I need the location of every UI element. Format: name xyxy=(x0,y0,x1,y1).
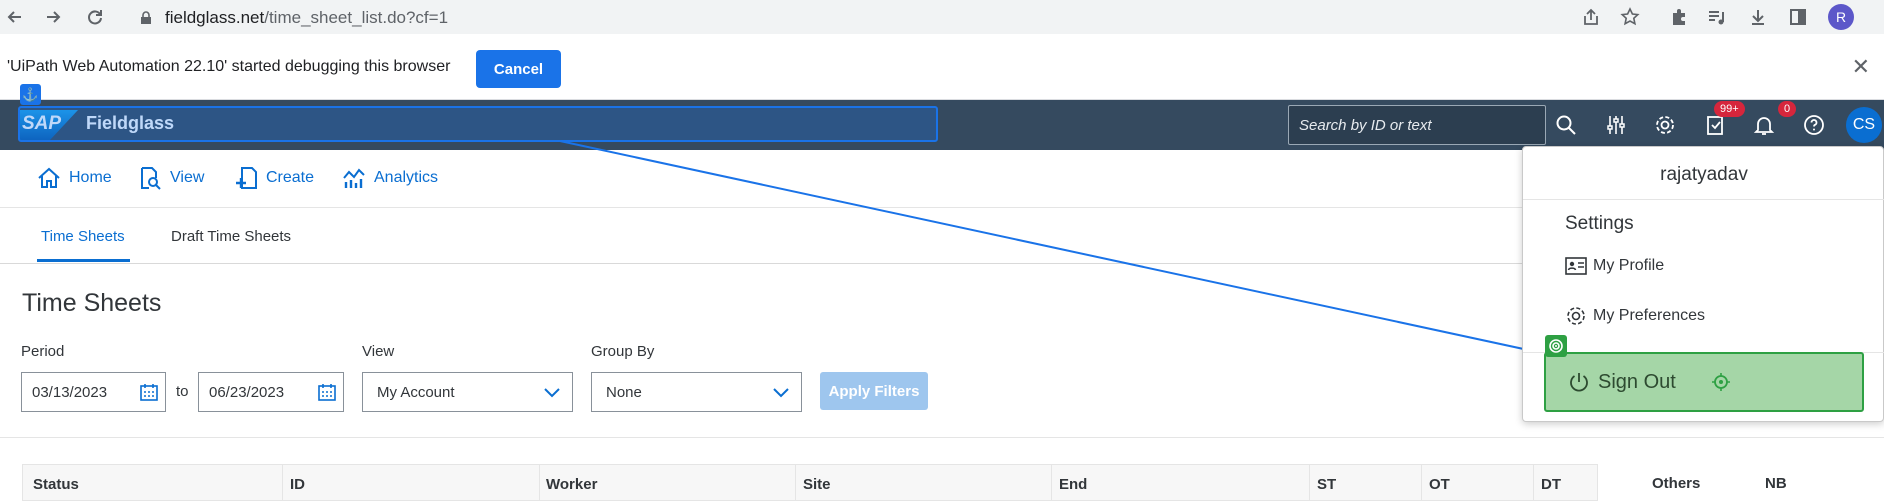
menu-item-my-preferences[interactable]: My Preferences xyxy=(1565,305,1705,327)
apply-filters-button[interactable]: Apply Filters xyxy=(820,372,928,410)
media-icon[interactable] xyxy=(1703,4,1729,30)
column-divider xyxy=(539,465,540,501)
shell-search-input[interactable]: Search by ID or text xyxy=(1288,105,1546,145)
debugging-infobar: 'UiPath Web Automation 22.10' started de… xyxy=(0,34,1884,100)
my-profile-label: My Profile xyxy=(1593,257,1665,274)
create-icon xyxy=(236,167,257,189)
sign-out-button[interactable]: Sign Out xyxy=(1544,352,1864,412)
help-icon[interactable] xyxy=(1801,112,1827,138)
nav-home[interactable]: Home xyxy=(37,166,112,190)
period-from-field[interactable]: 03/13/2023 xyxy=(21,372,166,412)
my-preferences-label: My Preferences xyxy=(1593,307,1706,324)
nav-create[interactable]: Create xyxy=(234,166,314,190)
nav-create-label: Create xyxy=(266,169,315,186)
tasks-badge: 99+ xyxy=(1714,101,1745,117)
period-to-value: 06/23/2023 xyxy=(209,384,285,401)
column-header-dt[interactable]: DT xyxy=(1541,476,1561,493)
download-icon[interactable] xyxy=(1745,4,1771,30)
column-header-others[interactable]: Others xyxy=(1652,475,1700,492)
profile-card-icon xyxy=(1565,257,1587,275)
column-header-nb[interactable]: NB xyxy=(1765,475,1787,492)
view-icon xyxy=(141,167,161,190)
page-title: Time Sheets xyxy=(22,289,162,317)
bookmark-star-icon[interactable] xyxy=(1617,4,1643,30)
forward-icon[interactable] xyxy=(38,2,68,32)
menu-username: rajatyadav xyxy=(1660,164,1748,185)
browser-toolbar: fieldglass.net/time_sheet_list.do?cf=1 R xyxy=(0,0,1884,34)
url-text: fieldglass.net/time_sheet_list.do?cf=1 xyxy=(165,8,448,28)
period-to-text: to xyxy=(176,383,189,400)
tab-time-sheets[interactable]: Time Sheets xyxy=(41,228,125,245)
extensions-icon[interactable] xyxy=(1667,4,1693,30)
debugging-message: 'UiPath Web Automation 22.10' started de… xyxy=(7,58,451,75)
calendar-icon[interactable] xyxy=(140,383,158,401)
address-bar[interactable]: fieldglass.net/time_sheet_list.do?cf=1 xyxy=(125,3,1650,32)
column-header-end[interactable]: End xyxy=(1059,476,1087,493)
sign-out-label: Sign Out xyxy=(1598,370,1676,393)
search-icon[interactable] xyxy=(1553,112,1579,138)
view-select[interactable]: My Account xyxy=(362,372,573,412)
menu-divider xyxy=(1523,199,1884,200)
back-icon[interactable] xyxy=(0,2,30,32)
target-marker-icon xyxy=(1545,335,1567,357)
column-header-st[interactable]: ST xyxy=(1317,476,1336,493)
period-label: Period xyxy=(21,343,65,360)
column-header-ot[interactable]: OT xyxy=(1429,476,1450,493)
menu-settings-heading: Settings xyxy=(1565,213,1634,234)
nav-view[interactable]: View xyxy=(138,166,204,190)
url-path: /time_sheet_list.do?cf=1 xyxy=(264,7,449,27)
browser-profile-avatar[interactable]: R xyxy=(1828,4,1854,30)
chevron-down-icon xyxy=(773,388,789,398)
menu-item-my-profile[interactable]: My Profile xyxy=(1565,255,1664,277)
notifications-bell-icon[interactable] xyxy=(1751,112,1777,138)
column-divider xyxy=(282,465,283,501)
analytics-icon xyxy=(343,168,365,188)
user-avatar[interactable]: CS xyxy=(1846,107,1882,143)
close-infobar-icon[interactable]: ✕ xyxy=(1852,54,1870,80)
group-by-select[interactable]: None xyxy=(591,372,802,412)
filter-sliders-icon[interactable] xyxy=(1603,112,1629,138)
group-by-select-value: None xyxy=(606,384,642,401)
calendar-icon[interactable] xyxy=(318,383,336,401)
uipath-target-highlight xyxy=(18,106,938,142)
column-header-id[interactable]: ID xyxy=(290,476,305,493)
period-to-field[interactable]: 06/23/2023 xyxy=(198,372,344,412)
nav-analytics[interactable]: Analytics xyxy=(342,166,438,190)
cancel-debugging-button[interactable]: Cancel xyxy=(476,50,561,88)
nav-view-label: View xyxy=(170,169,205,186)
nav-analytics-label: Analytics xyxy=(374,169,439,186)
column-header-worker[interactable]: Worker xyxy=(546,476,597,493)
reload-icon[interactable] xyxy=(80,2,110,32)
section-divider xyxy=(0,437,1884,438)
nav-home-label: Home xyxy=(69,169,112,186)
share-icon[interactable] xyxy=(1578,4,1604,30)
column-divider xyxy=(1421,465,1422,501)
gear-icon xyxy=(1567,307,1585,325)
power-icon xyxy=(1570,373,1588,392)
url-host: fieldglass.net xyxy=(165,7,265,27)
column-divider xyxy=(1051,465,1052,501)
table-header-row: Status ID Worker Site End ST OT DT xyxy=(22,464,1598,501)
view-label: View xyxy=(362,343,395,360)
settings-gear-icon[interactable] xyxy=(1652,112,1678,138)
column-divider xyxy=(1533,465,1534,501)
period-from-value: 03/13/2023 xyxy=(32,384,108,401)
tab-draft-time-sheets[interactable]: Draft Time Sheets xyxy=(171,228,291,245)
lock-icon xyxy=(141,10,151,24)
chevron-down-icon xyxy=(544,388,560,398)
column-header-status[interactable]: Status xyxy=(33,476,79,493)
table-header-row-continued xyxy=(1598,464,1884,501)
group-by-label: Group By xyxy=(591,343,655,360)
notifications-badge: 0 xyxy=(1778,101,1797,117)
column-divider xyxy=(795,465,796,501)
active-tab-indicator xyxy=(37,259,130,262)
column-divider xyxy=(1309,465,1310,501)
side-panel-icon[interactable] xyxy=(1785,4,1811,30)
anchor-icon: ⚓ xyxy=(20,84,41,105)
home-icon xyxy=(38,167,60,188)
column-header-site[interactable]: Site xyxy=(803,476,831,493)
target-icon xyxy=(1711,373,1730,391)
view-select-value: My Account xyxy=(377,384,455,401)
